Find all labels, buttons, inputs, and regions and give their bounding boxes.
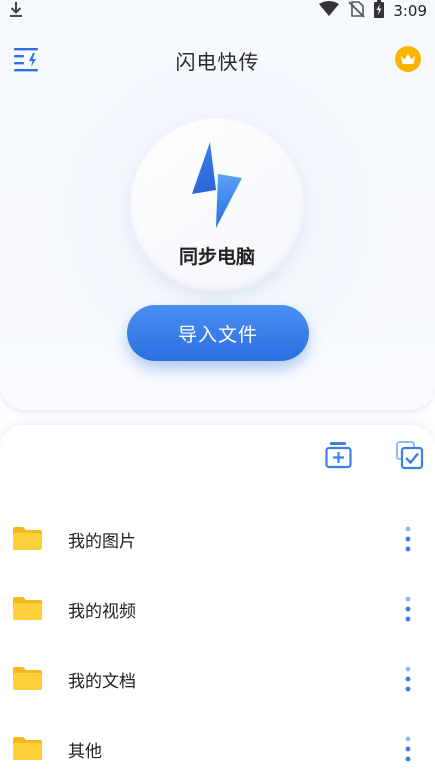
folder-icon bbox=[13, 666, 42, 690]
folder-item-videos[interactable]: 我的视频 bbox=[0, 575, 435, 645]
multi-select-icon[interactable] bbox=[396, 441, 424, 471]
folder-label: 我的视频 bbox=[68, 602, 136, 622]
wifi-icon bbox=[319, 1, 340, 21]
more-vertical-icon[interactable] bbox=[402, 666, 414, 692]
folder-label: 我的图片 bbox=[68, 532, 136, 552]
folder-item-images[interactable]: 我的图片 bbox=[0, 505, 435, 575]
sync-computer-button[interactable]: 同步电脑 bbox=[130, 118, 304, 292]
no-sim-icon bbox=[347, 0, 365, 22]
folder-list: 我的图片 我的视频 我的文档 其他 bbox=[0, 505, 435, 782]
folder-label: 我的文档 bbox=[68, 672, 136, 692]
folder-icon bbox=[13, 596, 42, 620]
folder-label: 其他 bbox=[68, 742, 102, 762]
app-title: 闪电快传 bbox=[175, 50, 260, 74]
sync-label: 同步电脑 bbox=[178, 246, 255, 268]
more-vertical-icon[interactable] bbox=[402, 526, 414, 552]
folder-icon bbox=[13, 526, 42, 550]
battery-charging-icon bbox=[373, 0, 385, 22]
status-time: 3:09 bbox=[393, 2, 427, 20]
folder-icon bbox=[13, 736, 42, 760]
import-files-button[interactable]: 导入文件 bbox=[127, 305, 309, 361]
download-icon bbox=[8, 0, 24, 24]
more-vertical-icon[interactable] bbox=[402, 596, 414, 622]
lightning-bolt-icon bbox=[190, 140, 246, 232]
more-vertical-icon[interactable] bbox=[402, 736, 414, 762]
folder-item-documents[interactable]: 我的文档 bbox=[0, 645, 435, 715]
header: 闪电快传 bbox=[0, 38, 435, 78]
status-bar: 3:09 bbox=[0, 0, 435, 22]
crown-icon[interactable] bbox=[395, 46, 421, 72]
folder-item-other[interactable]: 其他 bbox=[0, 715, 435, 782]
new-folder-icon[interactable] bbox=[325, 441, 353, 471]
folder-panel: 我的图片 我的视频 我的文档 其他 bbox=[0, 425, 435, 782]
